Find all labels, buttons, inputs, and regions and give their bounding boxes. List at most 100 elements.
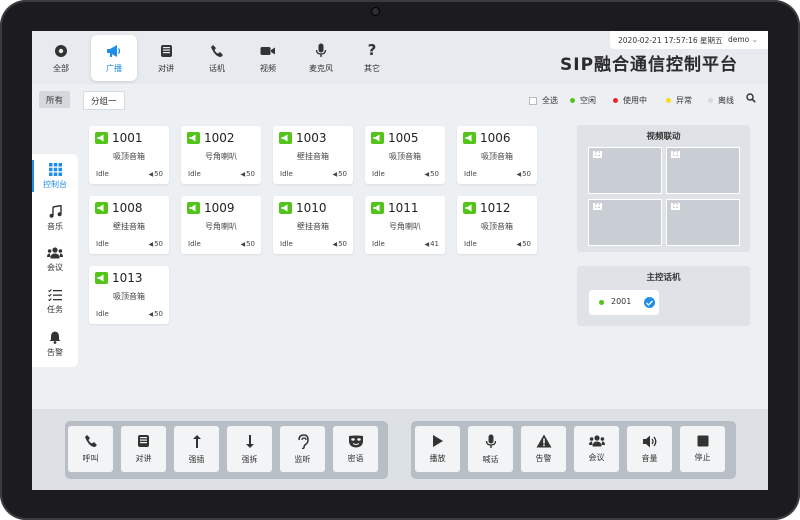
device-card[interactable]: 1006 吸顶音箱 Idle ◀ 50 xyxy=(457,126,537,184)
expand-icon[interactable]: ⛶ xyxy=(671,151,680,158)
device-card[interactable]: 1010 壁挂音箱 Idle ◀ 50 xyxy=(273,196,353,254)
status-dot-idle xyxy=(570,98,575,103)
filter-error[interactable]: 异常 xyxy=(666,95,692,106)
video-cell[interactable]: ⛶ xyxy=(588,199,662,246)
sidebar-item-label: 控制台 xyxy=(43,179,67,189)
whisper-button[interactable]: 密语 xyxy=(333,426,378,472)
device-card[interactable]: 1005 吸顶音箱 Idle ◀ 50 xyxy=(365,126,445,184)
expand-icon[interactable]: ⛶ xyxy=(593,151,602,158)
device-card[interactable]: 1009 号角喇叭 Idle ◀ 50 xyxy=(181,196,261,254)
device-type: 壁挂音箱 xyxy=(297,152,329,161)
device-volume: ◀ 50 xyxy=(148,240,163,248)
filter-offline-label: 离线 xyxy=(718,96,734,105)
volume-button[interactable]: 音量 xyxy=(627,426,672,472)
sidebar-item-task[interactable]: 任务 xyxy=(32,282,78,322)
check-icon xyxy=(644,297,655,308)
nav-broadcast[interactable]: 广播 xyxy=(91,35,137,81)
chevron-down-icon: ⌄ xyxy=(751,35,758,44)
expand-icon[interactable]: ⛶ xyxy=(671,203,680,210)
sidebar-item-alarm[interactable]: 告警 xyxy=(32,324,78,364)
video-cell[interactable]: ⛶ xyxy=(666,147,740,194)
video-cell[interactable]: ⛶ xyxy=(588,147,662,194)
sidebar-item-label: 任务 xyxy=(47,305,63,314)
status-dot-error xyxy=(666,98,671,103)
warning-icon xyxy=(536,434,551,448)
tab-group1[interactable]: 分组一 xyxy=(83,91,125,110)
device-type: 号角喇叭 xyxy=(205,222,237,231)
device-card[interactable]: 1003 壁挂音箱 Idle ◀ 50 xyxy=(273,126,353,184)
expand-icon[interactable]: ⛶ xyxy=(593,203,602,210)
intercom-button[interactable]: 对讲 xyxy=(121,426,166,472)
volume-icon: ◀ xyxy=(516,240,522,248)
tab-all[interactable]: 所有 xyxy=(39,91,71,108)
microphone-icon xyxy=(312,43,330,59)
device-type: 吸顶音箱 xyxy=(481,152,513,161)
sidebar-item-console[interactable]: 控制台 xyxy=(32,156,78,196)
nav-phone[interactable]: 话机 xyxy=(194,35,240,81)
meeting-button[interactable]: 会议 xyxy=(574,426,619,472)
play-button[interactable]: 播放 xyxy=(415,426,460,472)
video-cell[interactable]: ⛶ xyxy=(666,199,740,246)
master-phone-item[interactable]: 2001 xyxy=(589,290,659,315)
sidebar-item-meeting[interactable]: 会议 xyxy=(32,240,78,280)
filter-idle[interactable]: 空闲 xyxy=(570,95,596,106)
shout-button[interactable]: 喊话 xyxy=(468,426,513,472)
device-type: 号角喇叭 xyxy=(389,222,421,231)
intercom-icon xyxy=(157,43,175,59)
volume-value: 50 xyxy=(430,170,439,178)
device-type: 吸顶音箱 xyxy=(481,222,513,231)
search-button[interactable] xyxy=(746,93,756,103)
call-button[interactable]: 呼叫 xyxy=(68,426,113,472)
button-label: 告警 xyxy=(535,454,552,463)
sidebar-item-label: 告警 xyxy=(47,347,63,357)
volume-icon: ◀ xyxy=(148,310,154,318)
device-card[interactable]: 1008 壁挂音箱 Idle ◀ 50 xyxy=(89,196,169,254)
button-label: 强拆 xyxy=(241,454,258,464)
status-dot-idle xyxy=(599,300,604,305)
device-number: 1001 xyxy=(112,131,143,145)
search-icon xyxy=(746,93,756,103)
filter-offline[interactable]: 离线 xyxy=(708,95,734,106)
barge-in-button[interactable]: 强插 xyxy=(174,426,219,472)
bottom-toolbar: 呼叫 对讲 强插 强拆 监听 密语 播放 喊话 告警 会议 音量 停止 xyxy=(32,409,768,490)
megaphone-icon xyxy=(187,202,200,214)
volume-value: 50 xyxy=(154,310,163,318)
nav-all[interactable]: 全部 xyxy=(38,35,84,81)
device-volume: ◀ 41 xyxy=(424,240,439,248)
music-icon xyxy=(49,204,62,218)
nav-label: 话机 xyxy=(209,63,225,73)
device-card[interactable]: 1011 号角喇叭 Idle ◀ 41 xyxy=(365,196,445,254)
master-phone-panel: 主控话机 2001 xyxy=(577,266,750,326)
monitor-button[interactable]: 监听 xyxy=(280,426,325,472)
device-status: Idle xyxy=(464,240,477,248)
megaphone-icon xyxy=(95,272,108,284)
nav-other[interactable]: ? 其它 xyxy=(349,35,395,81)
volume-icon: ◀ xyxy=(424,240,430,248)
device-card[interactable]: 1001 吸顶音箱 Idle ◀ 50 xyxy=(89,126,169,184)
datetime-box: 2020-02-21 17:57:16 星期五 demo ⌄ xyxy=(610,31,768,49)
sidebar-item-music[interactable]: 音乐 xyxy=(32,198,78,238)
device-status: Idle xyxy=(464,170,477,178)
mask-icon xyxy=(348,435,363,447)
nav-label: 其它 xyxy=(364,63,380,73)
filter-busy[interactable]: 使用中 xyxy=(613,95,647,106)
device-card[interactable]: 1012 吸顶音箱 Idle ◀ 50 xyxy=(457,196,537,254)
select-all-checkbox[interactable]: 全选 xyxy=(529,95,558,106)
nav-video[interactable]: 视频 xyxy=(245,35,291,81)
nav-intercom[interactable]: 对讲 xyxy=(143,35,189,81)
nav-label: 麦克风 xyxy=(309,63,333,73)
megaphone-icon xyxy=(279,132,292,144)
force-disconnect-button[interactable]: 强拆 xyxy=(227,426,272,472)
alarm-button[interactable]: 告警 xyxy=(521,426,566,472)
user-menu[interactable]: demo ⌄ xyxy=(728,35,758,44)
group-bar: 所有 分组一 全选 空闲 使用中 异常 离线 xyxy=(32,88,768,112)
stop-icon xyxy=(697,435,708,447)
button-label: 强插 xyxy=(188,454,205,464)
volume-value: 50 xyxy=(522,170,531,178)
stop-button[interactable]: 停止 xyxy=(680,426,725,472)
device-type: 吸顶音箱 xyxy=(389,152,421,161)
button-label: 喊话 xyxy=(482,454,499,464)
device-card[interactable]: 1002 号角喇叭 Idle ◀ 50 xyxy=(181,126,261,184)
device-card[interactable]: 1013 吸顶音箱 Idle ◀ 50 xyxy=(89,266,169,324)
nav-microphone[interactable]: 麦克风 xyxy=(298,35,344,81)
